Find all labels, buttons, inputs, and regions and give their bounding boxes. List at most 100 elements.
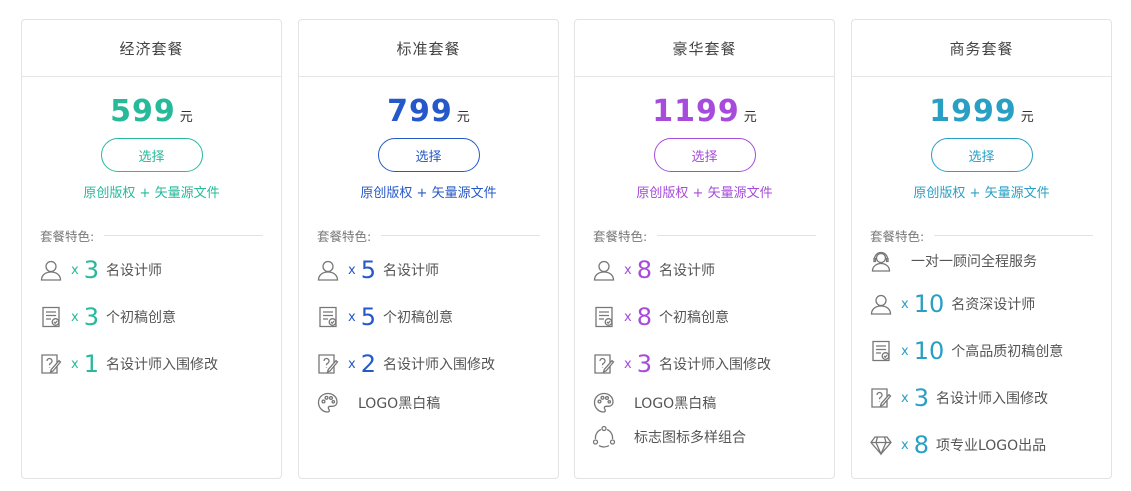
feature-item: x 3 名设计师入围修改 [591,346,824,382]
price-row: 799 元 [299,97,558,137]
feature-label: LOGO黑白稿 [358,396,441,412]
feature-qty: 5 [360,256,376,284]
feature-label: 名设计师入围修改 [382,357,495,373]
feature-qty: 3 [83,256,99,284]
feature-label: 名设计师入围修改 [105,357,218,373]
plan-title: 商务套餐 [852,20,1111,77]
feature-qty: 2 [360,350,376,378]
price-unit: 元 [179,110,193,125]
feature-list: x 5 名设计师 x 5 个初稿创意 x 2 名设计师入围修改 LOGO黑白稿 [315,252,548,421]
select-button[interactable]: 选择 [653,138,756,172]
feature-label: 一对一顾问全程服务 [911,254,1037,270]
price-row: 599 元 [22,97,281,137]
multiplier: x [901,390,909,406]
multiplier: x [624,262,632,278]
draft-icon [315,304,341,330]
draft-icon [868,338,894,364]
feature-qty: 3 [636,350,652,378]
draft-icon [591,304,617,330]
edit-icon [868,385,894,411]
palette-icon [591,390,617,416]
feature-label: 名设计师 [382,263,439,279]
feature-label: 个初稿创意 [382,310,453,326]
feature-item: x 8 项专业LOGO出品 [868,427,1101,463]
feature-qty: 5 [360,303,376,331]
divider [381,235,540,236]
select-button[interactable]: 选择 [100,138,203,172]
feature-item: x 5 名设计师 [315,252,548,288]
price-unit: 元 [1020,110,1034,125]
feature-label: 名设计师 [658,263,715,279]
plan-title: 标准套餐 [299,20,558,77]
feature-label: 标志图标多样组合 [634,430,746,446]
divider [934,235,1093,236]
feature-qty: 8 [636,256,652,284]
feature-item: LOGO黑白稿 [315,385,548,421]
plan-title: 豪华套餐 [575,20,834,77]
user-icon [38,257,64,283]
multiplier: x [71,356,79,372]
user-icon [868,291,894,317]
multiplier: x [901,343,909,359]
multiplier: x [348,262,356,278]
multiplier: x [901,296,909,312]
rights-text: 原创版权 + 矢量源文件 [83,186,220,201]
multiplier: x [71,262,79,278]
multiplier: x [901,437,909,453]
multiplier: x [624,309,632,325]
feature-list: 一对一顾问全程服务 x 10 名资深设计师 x 10 个高品质初稿创意 x 3 … [868,243,1101,463]
feature-label: 个初稿创意 [105,310,176,326]
feature-item: x 3 个初稿创意 [38,299,271,335]
feature-qty: 10 [913,290,945,318]
features-heading: 套餐特色: [593,226,816,245]
plan-title: 经济套餐 [22,20,281,77]
feature-qty: 3 [83,303,99,331]
price: 599 [110,94,176,129]
feature-item: 标志图标多样组合 [591,419,824,455]
divider [657,235,816,236]
feature-item: x 10 个高品质初稿创意 [868,333,1101,369]
price-unit: 元 [743,110,757,125]
feature-label: 名设计师入围修改 [935,391,1048,407]
plan-card-standard: 标准套餐 799 元 选择 原创版权 + 矢量源文件 套餐特色: x 5 名设计… [298,19,559,479]
price-unit: 元 [456,110,470,125]
divider [104,235,263,236]
consultant-icon [868,248,894,274]
select-button[interactable]: 选择 [930,138,1033,172]
feature-item: 一对一顾问全程服务 [868,243,1101,279]
price-row: 1199 元 [575,97,834,137]
feature-label: 名设计师入围修改 [658,357,771,373]
edit-icon [315,351,341,377]
feature-label: 名设计师 [105,263,162,279]
features-heading: 套餐特色: [317,226,540,245]
price: 1999 [929,94,1017,129]
user-icon [315,257,341,283]
feature-item: x 2 名设计师入围修改 [315,346,548,382]
feature-qty: 3 [913,384,929,412]
price-row: 1999 元 [852,97,1111,137]
feature-list: x 8 名设计师 x 8 个初稿创意 x 3 名设计师入围修改 LOGO黑白稿 … [591,252,824,455]
multiplier: x [348,309,356,325]
draft-icon [38,304,64,330]
edit-icon [591,351,617,377]
multiplier: x [71,309,79,325]
multiplier: x [624,356,632,372]
rights-text: 原创版权 + 矢量源文件 [360,186,497,201]
edit-icon [38,351,64,377]
select-button[interactable]: 选择 [377,138,480,172]
feature-label: 个初稿创意 [658,310,729,326]
price: 1199 [652,94,740,129]
user-icon [591,257,617,283]
price: 799 [387,94,453,129]
plan-card-deluxe: 豪华套餐 1199 元 选择 原创版权 + 矢量源文件 套餐特色: x 8 名设… [574,19,835,479]
feature-item: x 1 名设计师入围修改 [38,346,271,382]
feature-item: x 10 名资深设计师 [868,286,1101,322]
plan-card-business: 商务套餐 1999 元 选择 原创版权 + 矢量源文件 套餐特色: 一对一顾问全… [851,19,1112,479]
share-icon [591,424,617,450]
palette-icon [315,390,341,416]
feature-qty: 10 [913,337,945,365]
feature-label: 项专业LOGO出品 [935,438,1047,454]
features-heading: 套餐特色: [40,226,263,245]
feature-qty: 1 [83,350,99,378]
feature-list: x 3 名设计师 x 3 个初稿创意 x 1 名设计师入围修改 [38,252,271,382]
